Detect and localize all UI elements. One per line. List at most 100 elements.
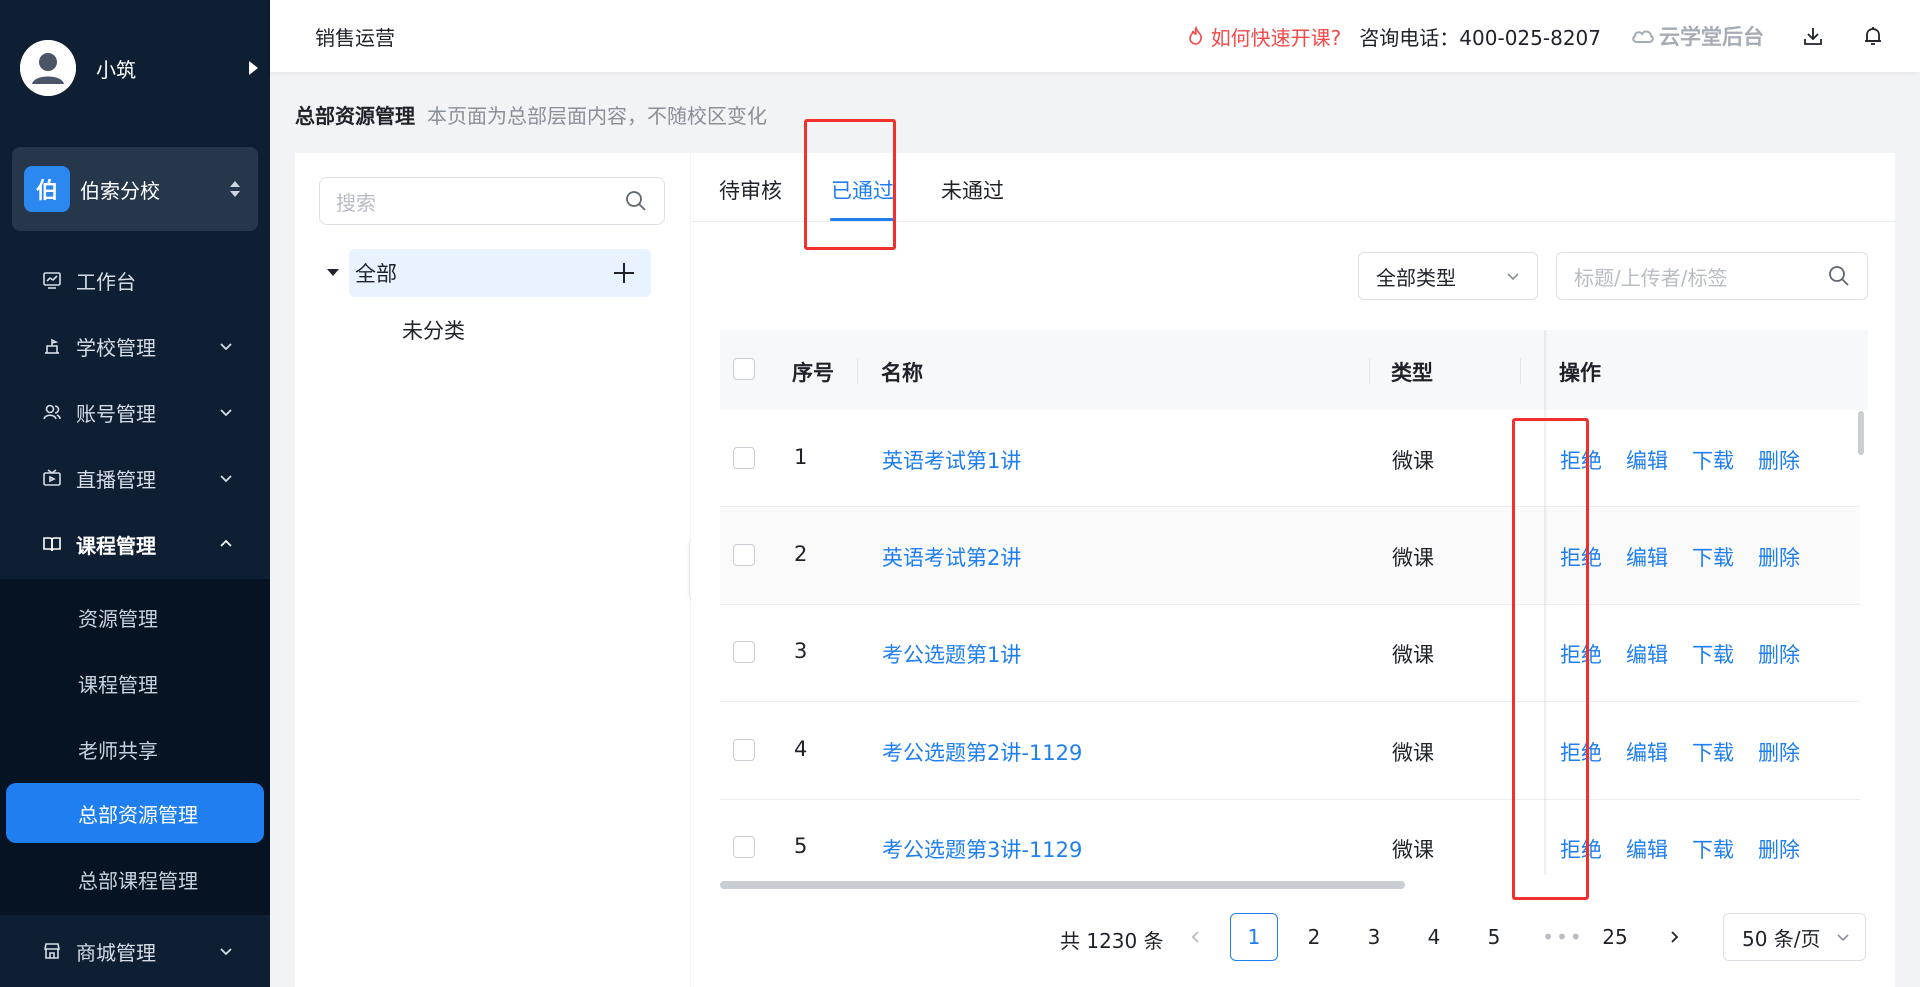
caret-right-icon[interactable] — [249, 61, 258, 75]
edit-button[interactable]: 编辑 — [1626, 834, 1668, 864]
page-size-select[interactable]: 50 条/页 — [1723, 913, 1866, 961]
help-link[interactable]: 如何快速开课? — [1187, 22, 1341, 51]
delete-button[interactable]: 删除 — [1758, 639, 1800, 669]
resource-name-link[interactable]: 考公选题第3讲-1129 — [882, 834, 1082, 864]
page-button[interactable]: 4 — [1410, 913, 1458, 961]
reject-button[interactable]: 拒绝 — [1560, 542, 1602, 572]
sidebar-item-workbench[interactable]: 工作台 — [0, 250, 270, 310]
resource-list-panel: 待审核 已通过 未通过 全部类型 标题/上传者/标签 序号 名称 类型 操作 1… — [691, 119, 1895, 987]
delete-button[interactable]: 删除 — [1758, 542, 1800, 572]
sidebar-item-mall[interactable]: 商城管理 — [0, 921, 270, 981]
reject-button[interactable]: 拒绝 — [1560, 834, 1602, 864]
more-pages-icon[interactable]: ••• — [1539, 913, 1587, 961]
resource-type: 微课 — [1392, 449, 1434, 473]
edit-button[interactable]: 编辑 — [1626, 445, 1668, 475]
table-row: 4 考公选题第2讲-1129 微课 拒绝 编辑 下载 删除 — [720, 703, 1860, 800]
table-search-input[interactable]: 标题/上传者/标签 — [1556, 252, 1868, 300]
sidebar-item-course[interactable]: 课程管理 — [0, 514, 270, 574]
submenu-item-resources[interactable]: 资源管理 — [0, 587, 270, 647]
table-header: 序号 名称 类型 操作 — [720, 330, 1868, 410]
category-tree-panel: 搜索 全部 未分类 — [295, 153, 690, 987]
type-filter-value: 全部类型 — [1376, 265, 1456, 290]
tree-node-uncategorized[interactable]: 未分类 — [402, 315, 465, 345]
download-icon[interactable] — [1800, 23, 1826, 49]
chevron-right-icon[interactable] — [1665, 928, 1683, 946]
row-checkbox[interactable] — [733, 447, 755, 469]
caret-down-icon[interactable] — [327, 269, 339, 276]
fire-icon — [1188, 26, 1202, 45]
page-button[interactable]: 1 — [1230, 913, 1278, 961]
sidebar-item-label: 直播管理 — [76, 467, 156, 492]
horizontal-scrollbar[interactable] — [720, 881, 1405, 889]
download-button[interactable]: 下载 — [1692, 737, 1734, 767]
row-checkbox[interactable] — [733, 641, 755, 663]
search-icon[interactable] — [1827, 264, 1851, 288]
column-header-actions: 操作 — [1559, 361, 1601, 385]
page-button[interactable]: 2 — [1290, 913, 1338, 961]
reject-button[interactable]: 拒绝 — [1560, 445, 1602, 475]
table-search-placeholder: 标题/上传者/标签 — [1574, 265, 1728, 290]
row-index: 3 — [794, 639, 808, 663]
tree-search-placeholder: 搜索 — [336, 190, 376, 215]
type-filter-select[interactable]: 全部类型 — [1358, 252, 1538, 300]
table-row: 3 考公选题第1讲 微课 拒绝 编辑 下载 删除 — [720, 605, 1860, 702]
page-heading: 总部资源管理 本页面为总部层面内容，不随校区变化 — [295, 100, 767, 129]
top-header: 销售运营 如何快速开课? 咨询电话：400-025-8207 云学堂后台 — [270, 0, 1920, 72]
submenu-item-hq-resources[interactable]: 总部资源管理 — [6, 783, 264, 843]
sidebar-item-label: 学校管理 — [76, 335, 156, 360]
active-tab-indicator — [830, 218, 894, 221]
delete-button[interactable]: 删除 — [1758, 445, 1800, 475]
edit-button[interactable]: 编辑 — [1626, 542, 1668, 572]
edit-button[interactable]: 编辑 — [1626, 639, 1668, 669]
sidebar-item-account[interactable]: 账号管理 — [0, 382, 270, 442]
resource-name-link[interactable]: 英语考试第2讲 — [882, 542, 1021, 572]
delete-button[interactable]: 删除 — [1758, 737, 1800, 767]
page-button[interactable]: 5 — [1470, 913, 1518, 961]
page-button[interactable]: 3 — [1350, 913, 1398, 961]
download-button[interactable]: 下载 — [1692, 834, 1734, 864]
user-avatar-icon — [20, 40, 76, 96]
delete-button[interactable]: 删除 — [1758, 834, 1800, 864]
tab-rejected[interactable]: 未通过 — [941, 175, 1004, 205]
sidebar-item-school[interactable]: 学校管理 — [0, 316, 270, 376]
resource-name-link[interactable]: 考公选题第2讲-1129 — [882, 737, 1082, 767]
bell-icon[interactable] — [1860, 23, 1886, 49]
user-profile[interactable]: 小筑 — [20, 38, 260, 98]
row-index: 2 — [794, 542, 808, 566]
sidebar-item-live[interactable]: 直播管理 — [0, 448, 270, 508]
vertical-scrollbar[interactable] — [1858, 411, 1864, 455]
tree-search-input[interactable]: 搜索 — [319, 177, 665, 225]
school-switcher[interactable]: 伯 伯索分校 — [12, 147, 258, 231]
avatar — [20, 40, 76, 96]
submenu-item-courses[interactable]: 课程管理 — [0, 653, 270, 713]
search-icon[interactable] — [624, 189, 648, 213]
reject-button[interactable]: 拒绝 — [1560, 639, 1602, 669]
school-name: 伯索分校 — [80, 178, 160, 203]
tab-approved[interactable]: 已通过 — [831, 175, 894, 205]
submenu-item-hq-courses[interactable]: 总部课程管理 — [0, 849, 270, 909]
users-icon — [42, 402, 62, 422]
edit-button[interactable]: 编辑 — [1626, 737, 1668, 767]
resource-type: 微课 — [1392, 546, 1434, 570]
support-phone: 咨询电话：400-025-8207 — [1359, 25, 1601, 50]
row-checkbox[interactable] — [733, 544, 755, 566]
download-button[interactable]: 下载 — [1692, 639, 1734, 669]
resource-name-link[interactable]: 英语考试第1讲 — [882, 445, 1021, 475]
tab-pending[interactable]: 待审核 — [719, 175, 782, 205]
row-checkbox[interactable] — [733, 739, 755, 761]
download-button[interactable]: 下载 — [1692, 445, 1734, 475]
submenu-item-teacher-share[interactable]: 老师共享 — [0, 719, 270, 779]
select-all-checkbox[interactable] — [733, 358, 755, 380]
download-button[interactable]: 下载 — [1692, 542, 1734, 572]
resource-name-link[interactable]: 考公选题第1讲 — [882, 639, 1021, 669]
cloud-icon — [1632, 30, 1654, 43]
page-description: 本页面为总部层面内容，不随校区变化 — [427, 104, 767, 128]
reject-button[interactable]: 拒绝 — [1560, 737, 1602, 767]
plus-icon[interactable] — [613, 262, 635, 284]
school-badge: 伯 — [24, 166, 70, 212]
row-checkbox[interactable] — [733, 836, 755, 858]
tree-node-all[interactable]: 全部 — [349, 249, 651, 297]
page-button-last[interactable]: 25 — [1591, 913, 1639, 961]
page-title: 总部资源管理 — [295, 104, 415, 128]
chevron-left-icon[interactable] — [1187, 928, 1205, 946]
